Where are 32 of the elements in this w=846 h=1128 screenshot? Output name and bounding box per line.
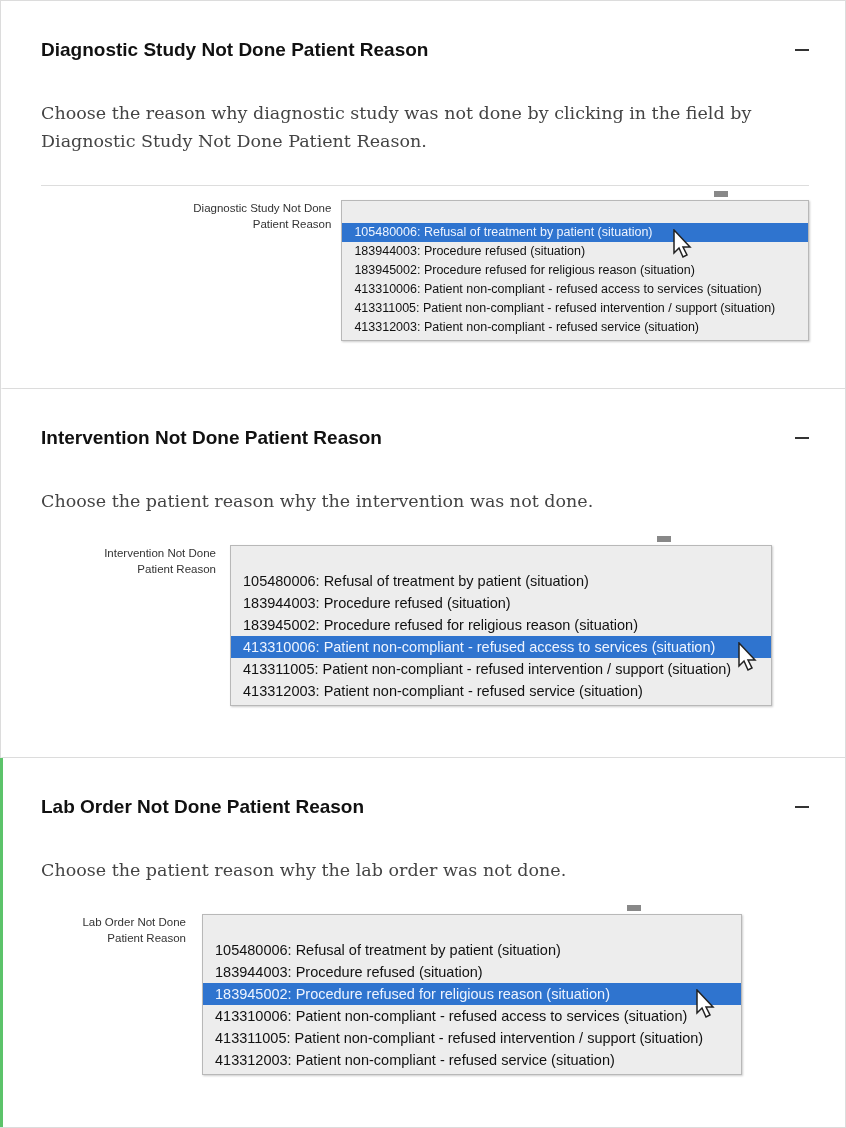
dropdown-option[interactable]: 183945002: Procedure refused for religious reason (situation) (203, 983, 741, 1005)
dropdown-option[interactable]: 105480006: Refusal of treatment by patient (situation) (231, 570, 771, 592)
section-title: Intervention Not Done Patient Reason (41, 427, 382, 449)
dropdown-option[interactable]: 183944003: Procedure refused (situation) (342, 242, 808, 261)
dropdown-option[interactable]: 413310006: Patient non-compliant - refused access to services (situation) (203, 1005, 741, 1027)
section-description: Choose the patient reason why the lab order was not done. (41, 859, 568, 882)
section-title: Diagnostic Study Not Done Patient Reason (41, 39, 429, 61)
dropdown-option[interactable]: 413312003: Patient non-compliant - refused service (situation) (342, 318, 808, 337)
scrollbar-thumb (657, 536, 671, 542)
dropdown-option[interactable]: 105480006: Refusal of treatment by patient (situation) (342, 223, 808, 242)
field-label: Lab Order Not Done Patient Reason (81, 915, 186, 946)
field-label: Intervention Not Done Patient Reason (103, 546, 216, 577)
section-description: Choose the reason why diagnostic study was not done by clicking in the field by Diagnostic Study Not Done Patient Reason. (41, 102, 753, 153)
dropdown-option[interactable]: 413310006: Patient non-compliant - refused access to services (situation) (342, 280, 808, 299)
dropdown-option[interactable]: 183945002: Procedure refused for religious reason (situation) (342, 261, 808, 280)
dropdown-option[interactable]: 413311005: Patient non-compliant - refused intervention / support (situation) (231, 658, 771, 680)
scrollbar-thumb (627, 905, 641, 911)
dropdown-option[interactable]: 413312003: Patient non-compliant - refused service (situation) (203, 1049, 741, 1071)
mouse-cursor-icon (737, 642, 759, 672)
dropdown-option[interactable]: 413311005: Patient non-compliant - refused intervention / support (situation) (342, 299, 808, 318)
mouse-cursor-icon (695, 989, 717, 1019)
scrollbar-thumb (714, 191, 728, 197)
section-title: Lab Order Not Done Patient Reason (41, 796, 365, 818)
section-description: Choose the patient reason why the intervention was not done. (41, 490, 595, 513)
dropdown-option[interactable]: 105480006: Refusal of treatment by patient (situation) (203, 939, 741, 961)
dropdown-option[interactable]: 183944003: Procedure refused (situation) (203, 961, 741, 983)
field-label: Diagnostic Study Not Done Patient Reason (192, 201, 332, 232)
dropdown-option[interactable]: 413312003: Patient non-compliant - refused service (situation) (231, 680, 771, 702)
dropdown-option[interactable]: 413311005: Patient non-compliant - refused intervention / support (situation) (203, 1027, 741, 1049)
dropdown-option[interactable]: 413310006: Patient non-compliant - refused access to services (situation) (231, 636, 771, 658)
dropdown-option[interactable]: 183945002: Procedure refused for religious reason (situation) (231, 614, 771, 636)
dropdown-option[interactable]: 183944003: Procedure refused (situation) (231, 592, 771, 614)
